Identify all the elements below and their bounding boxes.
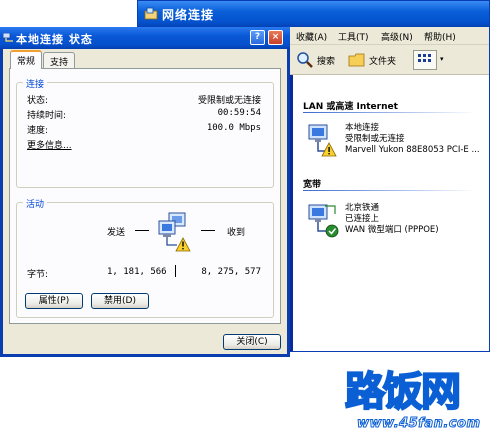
connection-name: 北京铁通 xyxy=(345,203,380,213)
activity-legend: 活动 xyxy=(23,197,48,210)
broadband-connection-icon xyxy=(308,204,339,238)
search-icon xyxy=(297,52,313,68)
sent-line xyxy=(135,230,149,231)
menu-advanced[interactable]: 高级(N) xyxy=(381,30,413,43)
duration-label: 持续时间: xyxy=(27,111,67,121)
menu-favorites[interactable]: 收藏(A) xyxy=(296,30,327,43)
connection-group: 连接 状态: 受限制或无连接 持续时间: 00:59:54 速度: 100.0 … xyxy=(16,77,274,188)
properties-button[interactable]: 属性(P) xyxy=(25,293,83,309)
watermark-brand: 路饭网 xyxy=(344,369,462,415)
group-title-broadband: 宽带 xyxy=(303,180,322,190)
menu-tools[interactable]: 工具(T) xyxy=(338,30,369,43)
dialog-body: 常规 支持 连接 状态: 受限制或无连接 持续时间: 00:59:54 速度: … xyxy=(3,49,287,354)
connection-status-dialog: 本地连接 状态 ? × 常规 支持 连接 状态: 受限制或无连接 持续时间: 0… xyxy=(0,27,290,357)
bytes-sent-value: 1, 181, 566 xyxy=(107,267,167,277)
connection-status: 受限制或无连接 xyxy=(345,134,405,144)
more-info-link[interactable]: 更多信息... xyxy=(27,138,72,151)
dialog-titlebar[interactable]: 本地连接 状态 ? × xyxy=(0,27,290,49)
disable-button[interactable]: 禁用(D) xyxy=(91,293,149,309)
bytes-divider xyxy=(175,265,176,277)
network-icon xyxy=(3,33,13,42)
network-activity-icon xyxy=(158,212,191,252)
received-line xyxy=(201,230,215,231)
dialog-title: 本地连接 状态 xyxy=(16,33,93,46)
group-title-lan: LAN 或高速 Internet xyxy=(303,102,398,112)
watermark-url: www.45fan.com xyxy=(357,416,481,432)
close-window-button[interactable]: × xyxy=(268,30,283,45)
bytes-label: 字节: xyxy=(27,270,49,280)
network-connection-warning-icon xyxy=(308,124,337,157)
views-dropdown-arrow-icon[interactable]: ▾ xyxy=(440,55,444,63)
connection-device: Marvell Yukon 88E8053 PCI-E ... xyxy=(345,145,480,155)
folder-icon xyxy=(348,53,365,67)
view-grid-icon xyxy=(418,54,431,62)
folders-button[interactable]: 文件夹 xyxy=(348,50,396,70)
network-window-title: 网络连接 xyxy=(162,8,215,22)
speed-label: 速度: xyxy=(27,126,49,136)
close-button[interactable]: 关闭(C) xyxy=(223,334,281,350)
views-button[interactable] xyxy=(413,50,437,70)
tab-support[interactable]: 支持 xyxy=(43,52,76,68)
connections-list: LAN 或高速 Internet 本地连接 受限制或无连接 Marvell Yu… xyxy=(293,75,489,351)
tab-general[interactable]: 常规 xyxy=(10,50,43,69)
connection-legend: 连接 xyxy=(23,77,48,90)
duration-value: 00:59:54 xyxy=(217,108,261,118)
menu-help[interactable]: 帮助(H) xyxy=(424,30,456,43)
network-folder-icon xyxy=(144,7,158,20)
sent-label: 发送 xyxy=(107,228,126,238)
connection-status: 已连接上 xyxy=(345,214,380,224)
group-divider xyxy=(303,190,477,191)
bytes-received-value: 8, 275, 577 xyxy=(201,267,261,277)
search-button[interactable]: 搜索 xyxy=(296,50,335,70)
group-divider xyxy=(303,112,477,113)
network-window-titlebar[interactable]: 网络连接 xyxy=(138,1,489,27)
connection-broadband[interactable]: 北京铁通 已连接上 WAN 微型端口 (PPPOE) xyxy=(305,203,495,243)
received-label: 收到 xyxy=(227,228,246,238)
activity-group: 活动 发送 收到 字节: 1, 181, 566 8, 275, 577 属性(… xyxy=(16,197,274,318)
connection-local-area[interactable]: 本地连接 受限制或无连接 Marvell Yukon 88E8053 PCI-E… xyxy=(305,123,495,163)
status-label: 状态: xyxy=(27,96,49,106)
general-tab-panel: 连接 状态: 受限制或无连接 持续时间: 00:59:54 速度: 100.0 … xyxy=(9,68,281,324)
help-button[interactable]: ? xyxy=(250,30,265,45)
speed-value: 100.0 Mbps xyxy=(206,123,261,133)
connection-device: WAN 微型端口 (PPPOE) xyxy=(345,225,439,235)
status-value: 受限制或无连接 xyxy=(197,96,261,106)
connection-name: 本地连接 xyxy=(345,123,380,133)
site-watermark: 路饭网 www.45fan.com xyxy=(344,369,495,440)
